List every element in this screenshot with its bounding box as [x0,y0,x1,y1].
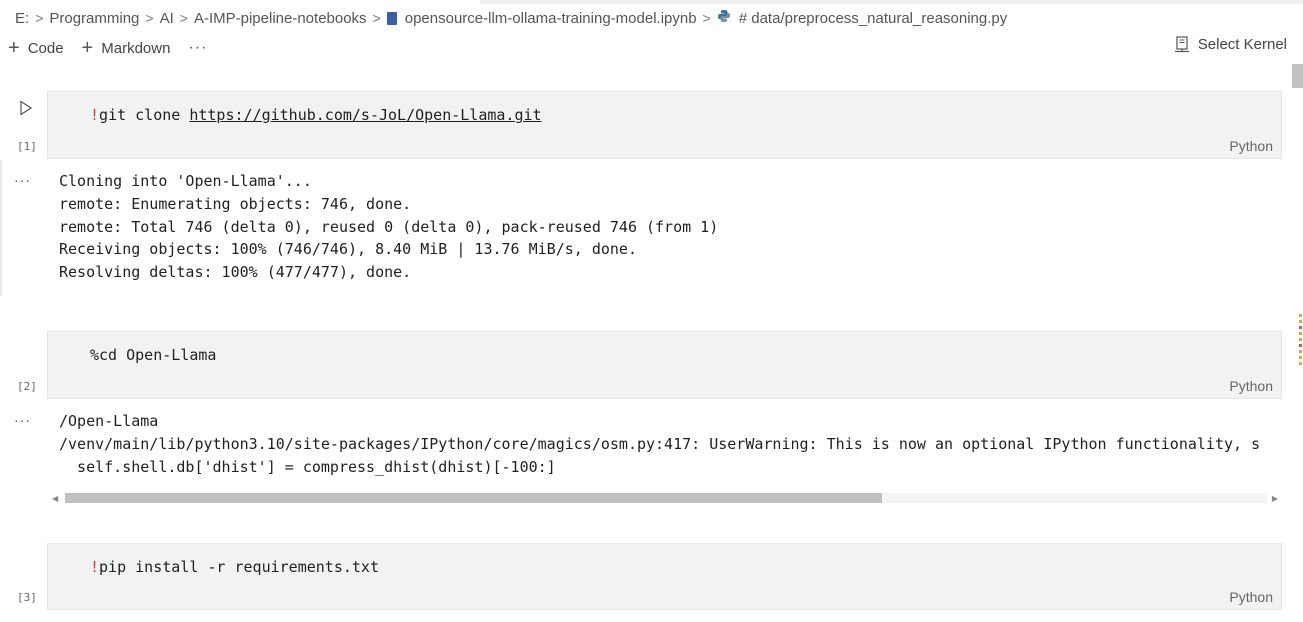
scrollbar-thumb[interactable] [1292,64,1303,88]
overview-ruler-mark [1299,338,1302,341]
cell-source[interactable]: !pip install -r requirements.txt [90,558,379,576]
scroll-right-icon[interactable]: ▶ [1272,494,1278,503]
output-line: remote: Total 746 (delta 0), reused 0 (d… [59,217,719,236]
breadcrumb-separator: > [145,10,154,26]
cell-output: /Open-Llama/venv/main/lib/python3.10/sit… [59,410,1260,478]
notebook-toolbar: + Code + Markdown ··· Select Kernel [0,36,1303,60]
breadcrumb-separator: > [35,10,44,26]
cell-language-label[interactable]: Python [1229,378,1273,394]
breadcrumb-notebook-file[interactable]: opensource-llm-ollama-training-model.ipy… [405,10,697,27]
overview-ruler-mark [1299,326,1302,329]
execution-count: [1] [17,140,37,153]
notebook-file-icon [386,11,397,25]
output-actions-button[interactable]: ··· [14,172,31,188]
output-line: Receiving objects: 100% (746/746), 8.40 … [59,240,637,259]
output-line: self.shell.db['dhist'] = compress_dhist(… [59,457,556,476]
overview-ruler-mark [1299,344,1302,347]
breadcrumb-folder-notebooks[interactable]: A-IMP-pipeline-notebooks [194,10,367,27]
overview-ruler-mark [1299,320,1302,323]
run-cell-icon[interactable] [18,100,34,116]
plus-icon: + [8,37,20,59]
select-kernel-button[interactable]: Select Kernel [1174,36,1287,53]
shell-command: pip install -r requirements.txt [99,558,379,576]
python-icon [717,9,731,27]
output-line: remote: Enumerating objects: 746, done. [59,194,412,213]
execution-count: [2] [17,380,37,393]
output-horizontal-scrollbar[interactable]: ◀ ▶ [52,490,1282,506]
shell-command: git clone [99,106,190,124]
code-cell[interactable]: %cd Open-Llama Python [47,331,1282,399]
shell-bang: ! [90,106,100,124]
output-line: /Open-Llama [59,412,159,430]
more-actions-button[interactable]: ··· [188,39,207,57]
output-gutter [0,160,2,296]
add-code-cell-button[interactable]: + Code [8,38,64,58]
overview-ruler-mark [1299,314,1302,317]
cell-language-label[interactable]: Python [1229,589,1273,605]
breadcrumb: E: > Programming > AI > A-IMP-pipeline-n… [0,0,1303,36]
overview-ruler-mark [1299,332,1302,335]
add-code-label: Code [27,39,64,57]
scroll-left-icon[interactable]: ◀ [52,494,58,503]
repo-url-link[interactable]: https://github.com/s-JoL/Open-Llama.git [189,106,541,124]
shell-bang: ! [90,558,100,576]
code-cell[interactable]: !pip install -r requirements.txt Python [47,543,1282,610]
overview-ruler-mark [1299,362,1302,365]
breadcrumb-folder-ai[interactable]: AI [160,10,174,27]
overview-ruler-mark [1299,350,1302,353]
breadcrumb-drive[interactable]: E: [15,10,29,27]
add-markdown-cell-button[interactable]: + Markdown [82,38,171,58]
overview-ruler-mark [1299,356,1302,359]
output-line: Cloning into 'Open-Llama'... [59,172,312,190]
cell-source[interactable]: !git clone https://github.com/s-JoL/Open… [90,106,542,124]
breadcrumb-cell-symbol[interactable]: # data/preprocess_natural_reasoning.py [739,10,1008,27]
cell-source[interactable]: %cd Open-Llama [90,346,216,364]
output-line: Resolving deltas: 100% (477/477), done. [59,263,412,282]
scrollbar-thumb[interactable] [65,493,882,503]
output-line: /venv/main/lib/python3.10/site-packages/… [59,434,1261,453]
breadcrumb-separator: > [372,10,381,26]
code-cell[interactable]: !git clone https://github.com/s-JoL/Open… [47,91,1282,159]
cell-language-label[interactable]: Python [1229,138,1273,154]
plus-icon: + [81,37,94,59]
execution-count: [3] [17,591,37,604]
cell-output: Cloning into 'Open-Llama'... remote: Enum… [59,170,718,284]
editor-vertical-scrollbar[interactable] [1289,62,1303,622]
add-markdown-label: Markdown [101,39,171,57]
breadcrumb-folder-programming[interactable]: Programming [49,10,139,27]
breadcrumb-separator: > [702,10,711,26]
kernel-icon [1174,36,1189,53]
cell-output-viewport: /Open-Llama/venv/main/lib/python3.10/sit… [59,410,1287,484]
breadcrumb-separator: > [179,10,188,26]
output-actions-button[interactable]: ··· [14,412,31,428]
select-kernel-label: Select Kernel [1197,36,1287,53]
